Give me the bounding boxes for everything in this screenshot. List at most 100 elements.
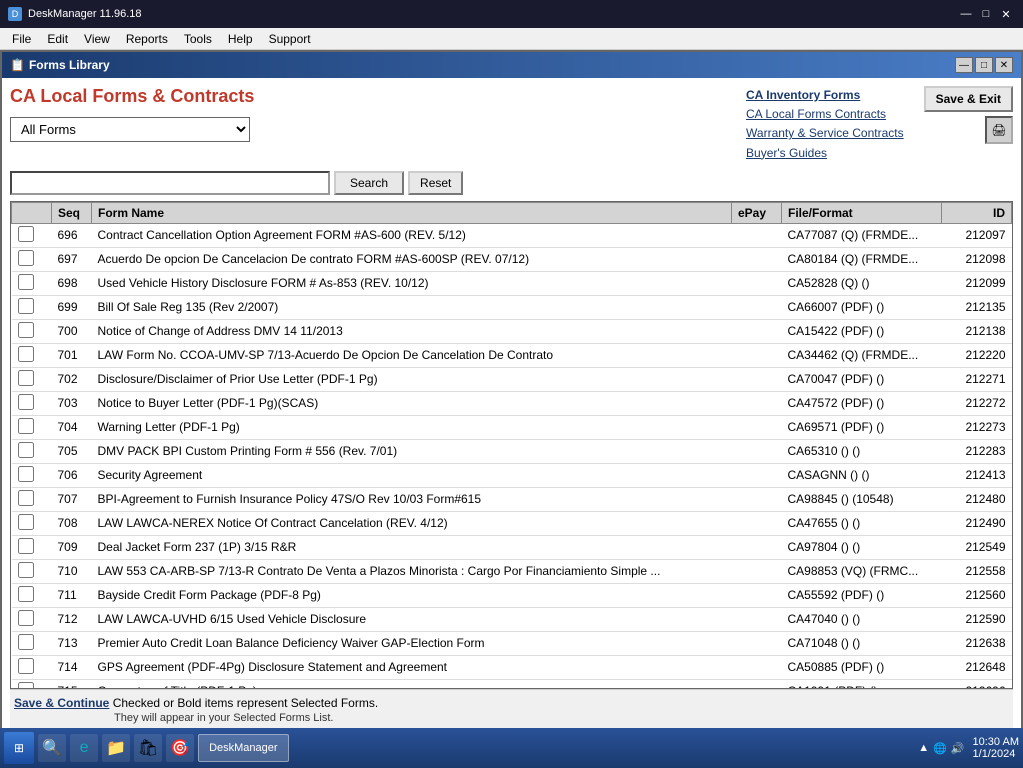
- row-checkbox-cell[interactable]: [12, 487, 52, 511]
- tray-arrow[interactable]: ▲: [918, 742, 929, 754]
- row-checkbox[interactable]: [18, 346, 34, 362]
- row-epay: [732, 343, 782, 367]
- row-file-format: CA77087 (Q) (FRMDE...: [782, 223, 942, 247]
- app-title: DeskManager 11.96.18: [28, 8, 142, 20]
- minimize-button[interactable]: —: [957, 6, 975, 22]
- row-checkbox[interactable]: [18, 370, 34, 386]
- row-checkbox[interactable]: [18, 250, 34, 266]
- menu-support[interactable]: Support: [261, 30, 319, 48]
- row-form-name: LAW LAWCA-NEREX Notice Of Contract Cance…: [92, 511, 732, 535]
- row-checkbox-cell[interactable]: [12, 271, 52, 295]
- row-seq: 714: [52, 655, 92, 679]
- link-warranty-service-contracts[interactable]: Warranty & Service Contracts: [746, 124, 904, 143]
- taskbar-explorer-icon[interactable]: 📁: [102, 734, 130, 762]
- window-maximize-button[interactable]: □: [975, 57, 993, 73]
- row-epay: [732, 583, 782, 607]
- forms-filter-dropdown[interactable]: All Forms Selected Forms Unselected Form…: [10, 117, 250, 142]
- links-area: CA Inventory Forms CA Local Forms Contra…: [746, 86, 904, 163]
- row-checkbox[interactable]: [18, 274, 34, 290]
- row-checkbox-cell[interactable]: [12, 583, 52, 607]
- row-checkbox-cell[interactable]: [12, 247, 52, 271]
- col-header-epay: ePay: [732, 202, 782, 223]
- row-checkbox-cell[interactable]: [12, 391, 52, 415]
- row-checkbox[interactable]: [18, 394, 34, 410]
- row-checkbox[interactable]: [18, 586, 34, 602]
- taskbar-left: ⊞ 🔍 e 📁 🛍 🎯 DeskManager: [4, 732, 289, 764]
- window-minimize-button[interactable]: —: [955, 57, 973, 73]
- row-checkbox-cell[interactable]: [12, 655, 52, 679]
- row-checkbox-cell[interactable]: [12, 607, 52, 631]
- row-checkbox[interactable]: [18, 682, 34, 689]
- link-ca-local-forms-contracts[interactable]: CA Local Forms Contracts: [746, 105, 886, 124]
- menu-tools[interactable]: Tools: [176, 30, 220, 48]
- table-row: 698 Used Vehicle History Disclosure FORM…: [12, 271, 1012, 295]
- row-form-name: GPS Agreement (PDF-4Pg) Disclosure State…: [92, 655, 732, 679]
- row-checkbox-cell[interactable]: [12, 679, 52, 689]
- windows-icon: ⊞: [14, 741, 24, 755]
- table-row: 705 DMV PACK BPI Custom Printing Form # …: [12, 439, 1012, 463]
- start-button[interactable]: ⊞: [4, 732, 34, 764]
- row-checkbox-cell[interactable]: [12, 343, 52, 367]
- row-checkbox-cell[interactable]: [12, 223, 52, 247]
- close-button[interactable]: ✕: [997, 6, 1015, 22]
- row-id: 212138: [942, 319, 1012, 343]
- taskbar-edge-icon[interactable]: e: [70, 734, 98, 762]
- forms-table-container: Seq Form Name ePay File/Format ID 696 Co…: [10, 201, 1013, 689]
- tray-volume-icon[interactable]: 🔊: [951, 742, 965, 755]
- link-buyers-guides[interactable]: Buyer's Guides: [746, 144, 827, 163]
- row-checkbox[interactable]: [18, 298, 34, 314]
- row-checkbox-cell[interactable]: [12, 415, 52, 439]
- taskbar-app-icon[interactable]: 🎯: [166, 734, 194, 762]
- table-row: 707 BPI-Agreement to Furnish Insurance P…: [12, 487, 1012, 511]
- row-checkbox[interactable]: [18, 538, 34, 554]
- row-checkbox[interactable]: [18, 418, 34, 434]
- row-epay: [732, 679, 782, 689]
- row-checkbox[interactable]: [18, 658, 34, 674]
- row-id: 212648: [942, 655, 1012, 679]
- taskbar-right: ▲ 🌐 🔊 10:30 AM1/1/2024: [918, 736, 1019, 760]
- menu-reports[interactable]: Reports: [118, 30, 176, 48]
- row-checkbox-cell[interactable]: [12, 631, 52, 655]
- row-checkbox[interactable]: [18, 226, 34, 242]
- row-checkbox-cell[interactable]: [12, 535, 52, 559]
- link-ca-inventory-forms[interactable]: CA Inventory Forms: [746, 86, 860, 105]
- table-row: 712 LAW LAWCA-UVHD 6/15 Used Vehicle Dis…: [12, 607, 1012, 631]
- printer-icon[interactable]: 🖨: [985, 116, 1013, 144]
- search-button[interactable]: Search: [334, 171, 404, 195]
- taskbar-deskmanager-app[interactable]: DeskManager: [198, 734, 288, 762]
- maximize-button[interactable]: □: [977, 6, 995, 22]
- row-form-name: Disclosure/Disclaimer of Prior Use Lette…: [92, 367, 732, 391]
- taskbar: ⊞ 🔍 e 📁 🛍 🎯 DeskManager ▲ 🌐 🔊 10:30 AM1/…: [0, 728, 1023, 768]
- row-checkbox-cell[interactable]: [12, 511, 52, 535]
- row-checkbox[interactable]: [18, 634, 34, 650]
- row-checkbox[interactable]: [18, 442, 34, 458]
- row-checkbox[interactable]: [18, 562, 34, 578]
- row-checkbox[interactable]: [18, 490, 34, 506]
- search-input[interactable]: [10, 171, 330, 195]
- row-checkbox-cell[interactable]: [12, 559, 52, 583]
- row-checkbox[interactable]: [18, 610, 34, 626]
- row-seq: 701: [52, 343, 92, 367]
- menu-help[interactable]: Help: [220, 30, 261, 48]
- row-checkbox[interactable]: [18, 466, 34, 482]
- row-checkbox-cell[interactable]: [12, 439, 52, 463]
- row-checkbox[interactable]: [18, 514, 34, 530]
- search-row: Search Reset: [10, 171, 1013, 195]
- row-checkbox-cell[interactable]: [12, 295, 52, 319]
- row-checkbox-cell[interactable]: [12, 463, 52, 487]
- menu-view[interactable]: View: [76, 30, 118, 48]
- menu-edit[interactable]: Edit: [39, 30, 76, 48]
- window-close-button[interactable]: ✕: [995, 57, 1013, 73]
- save-continue-link[interactable]: Save & Continue: [14, 696, 109, 710]
- save-exit-button[interactable]: Save & Exit: [924, 86, 1013, 112]
- row-seq: 710: [52, 559, 92, 583]
- taskbar-store-icon[interactable]: 🛍: [134, 734, 162, 762]
- reset-button[interactable]: Reset: [408, 171, 463, 195]
- menu-file[interactable]: File: [4, 30, 39, 48]
- row-checkbox-cell[interactable]: [12, 319, 52, 343]
- row-checkbox-cell[interactable]: [12, 367, 52, 391]
- taskbar-search-icon[interactable]: 🔍: [38, 734, 66, 762]
- row-checkbox[interactable]: [18, 322, 34, 338]
- row-epay: [732, 511, 782, 535]
- row-id: 212283: [942, 439, 1012, 463]
